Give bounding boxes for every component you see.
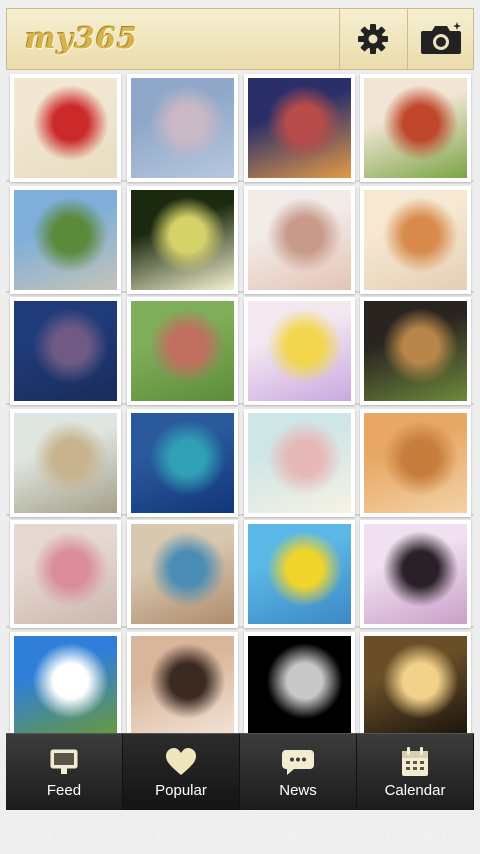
reflection-feed: Feed <box>47 827 82 844</box>
photo-grid <box>6 70 474 734</box>
photo-image <box>131 636 234 734</box>
photo-thumbnail[interactable] <box>127 520 238 628</box>
settings-button[interactable] <box>339 9 406 69</box>
photo-thumbnail[interactable] <box>10 409 121 517</box>
heart-icon <box>166 748 196 775</box>
tab-news-label: News <box>279 782 317 799</box>
reflection-news: News <box>279 827 318 844</box>
tab-news[interactable]: News <box>240 734 357 810</box>
photo-thumbnail[interactable] <box>10 186 121 294</box>
photo-thumbnail[interactable] <box>360 520 471 628</box>
photo-image <box>14 190 117 290</box>
tab-feed-label: Feed <box>46 782 82 799</box>
photo-thumbnail[interactable] <box>360 297 471 405</box>
photo-thumbnail[interactable] <box>360 74 471 182</box>
photo-image <box>248 524 351 624</box>
photo-image <box>364 190 467 290</box>
reflection-popular: Popular <box>155 827 208 844</box>
reflection-calendar: Calendar <box>385 827 446 844</box>
photo-thumbnail[interactable] <box>244 297 355 405</box>
photo-image <box>131 301 234 401</box>
app-header: my365 <box>6 8 474 70</box>
calendar-icon <box>402 747 428 776</box>
photo-image <box>14 301 117 401</box>
chat-bubble-icon <box>282 750 314 775</box>
app-logo: my365 <box>25 21 139 55</box>
photo-image <box>14 78 117 178</box>
photo-thumbnail[interactable] <box>244 409 355 517</box>
photo-thumbnail[interactable] <box>127 74 238 182</box>
photo-thumbnail[interactable] <box>244 632 355 734</box>
camera-button[interactable] <box>407 9 474 69</box>
photo-thumbnail[interactable] <box>360 186 471 294</box>
photo-thumbnail[interactable] <box>10 520 121 628</box>
photo-image <box>364 413 467 513</box>
photo-thumbnail[interactable] <box>10 74 121 182</box>
tab-feed[interactable]: Feed <box>6 734 123 810</box>
photo-thumbnail[interactable] <box>244 520 355 628</box>
photo-thumbnail[interactable] <box>360 632 471 734</box>
photo-thumbnail[interactable] <box>127 186 238 294</box>
photo-image <box>364 524 467 624</box>
photo-thumbnail[interactable] <box>360 409 471 517</box>
photo-image <box>131 190 234 290</box>
camera-icon <box>421 22 461 54</box>
photo-thumbnail[interactable] <box>10 632 121 734</box>
tab-calendar-label: Calendar <box>384 782 446 799</box>
photo-image <box>248 78 351 178</box>
photo-image <box>131 78 234 178</box>
photo-image <box>248 190 351 290</box>
photo-image <box>364 636 467 734</box>
tab-calendar[interactable]: Calendar <box>357 734 474 810</box>
photo-image <box>14 524 117 624</box>
photo-thumbnail[interactable] <box>127 632 238 734</box>
photo-thumbnail[interactable] <box>127 409 238 517</box>
bottom-tab-bar: Feed Popular News Calendar <box>6 733 474 810</box>
photo-thumbnail[interactable] <box>244 186 355 294</box>
photo-image <box>364 78 467 178</box>
photo-image <box>14 636 117 734</box>
photo-image <box>248 636 351 734</box>
photo-image <box>364 301 467 401</box>
tab-popular-label: Popular <box>155 782 207 799</box>
photo-thumbnail[interactable] <box>127 297 238 405</box>
app-screen: my365 Feed Popular News Calendar Feed Po… <box>0 0 480 854</box>
photo-thumbnail[interactable] <box>244 74 355 182</box>
photo-image <box>248 301 351 401</box>
photo-image <box>248 413 351 513</box>
tab-popular[interactable]: Popular <box>123 734 240 810</box>
feed-icon <box>50 749 78 774</box>
gear-icon <box>358 24 388 54</box>
photo-thumbnail[interactable] <box>10 297 121 405</box>
photo-image <box>14 413 117 513</box>
tab-bar-reflection: Feed Popular News Calendar <box>6 809 474 854</box>
photo-image <box>131 413 234 513</box>
photo-image <box>131 524 234 624</box>
